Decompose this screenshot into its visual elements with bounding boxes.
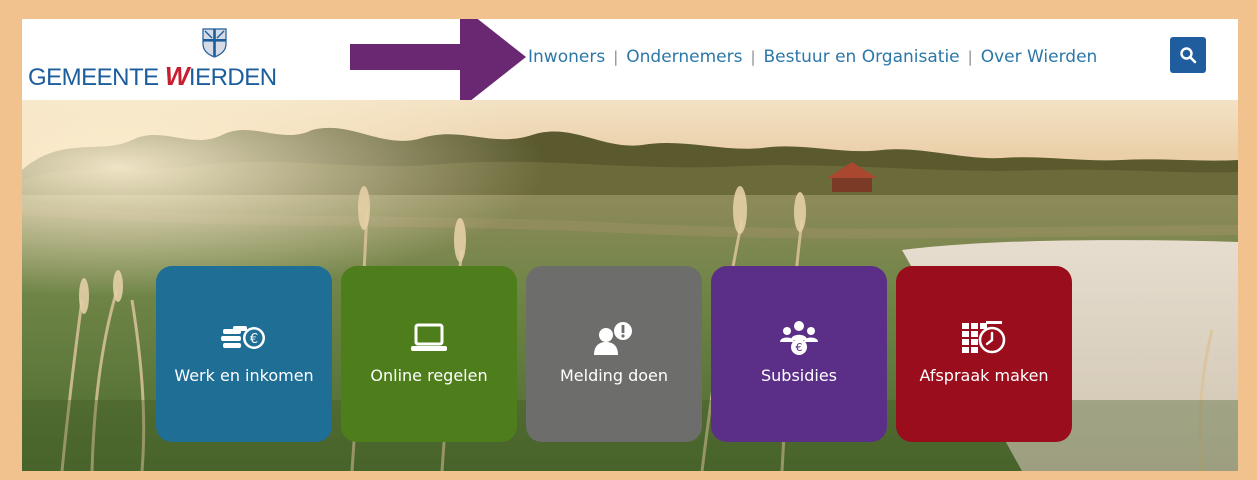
tile-label: Werk en inkomen (174, 366, 314, 385)
nav-item-bestuur-en-organisatie[interactable]: Bestuur en Organisatie (764, 47, 960, 67)
coins-euro-icon: € (221, 326, 265, 349)
site-header: GEMEENTE WIERDEN Inwoners | Ondernemers … (22, 19, 1238, 100)
nav-separator: | (613, 48, 619, 66)
logo-text-prefix: GEMEENTE (28, 64, 165, 91)
tile-label: Afspraak maken (919, 366, 1049, 385)
tile-online-regelen[interactable]: Online regelen (341, 266, 517, 442)
tile-werk-en-inkomen[interactable]: € Werk en inkomen (156, 266, 332, 442)
main-nav: Inwoners | Ondernemers | Bestuur en Orga… (528, 45, 1097, 69)
search-icon (1180, 47, 1197, 64)
group-euro-icon: € (780, 321, 818, 355)
tile-label: Online regelen (370, 366, 488, 385)
crest-icon (202, 28, 227, 58)
tile-subsidies[interactable]: € Subsidies (711, 266, 887, 442)
annotation-arrow-icon (350, 19, 526, 100)
tile-afspraak-maken[interactable]: Afspraak maken (896, 266, 1072, 442)
nav-separator: | (967, 48, 973, 66)
nav-item-inwoners[interactable]: Inwoners (528, 47, 605, 67)
nav-item-ondernemers[interactable]: Ondernemers (626, 47, 742, 67)
logo-text-rest: IERDEN (188, 64, 277, 91)
logo-text-initial: W (164, 61, 190, 91)
search-button[interactable] (1170, 37, 1206, 73)
person-alert-icon (594, 322, 632, 355)
nav-item-over-wierden[interactable]: Over Wierden (981, 47, 1098, 67)
laptop-icon (411, 323, 447, 351)
tile-label: Melding doen (559, 366, 668, 385)
tile-melding-doen[interactable]: Melding doen (526, 266, 702, 442)
hero-banner: € Werk en inkomen Online regelen Melding… (22, 100, 1238, 471)
svg-text:€: € (250, 332, 258, 347)
page-frame: GEMEENTE WIERDEN Inwoners | Ondernemers … (22, 19, 1238, 471)
tile-label: Subsidies (760, 366, 837, 385)
site-logo[interactable]: GEMEENTE WIERDEN (28, 23, 278, 95)
svg-text:€: € (796, 341, 803, 354)
calendar-clock-icon (962, 321, 1006, 354)
logo-wordmark: GEMEENTE WIERDEN (28, 61, 277, 92)
nav-separator: | (750, 48, 756, 66)
